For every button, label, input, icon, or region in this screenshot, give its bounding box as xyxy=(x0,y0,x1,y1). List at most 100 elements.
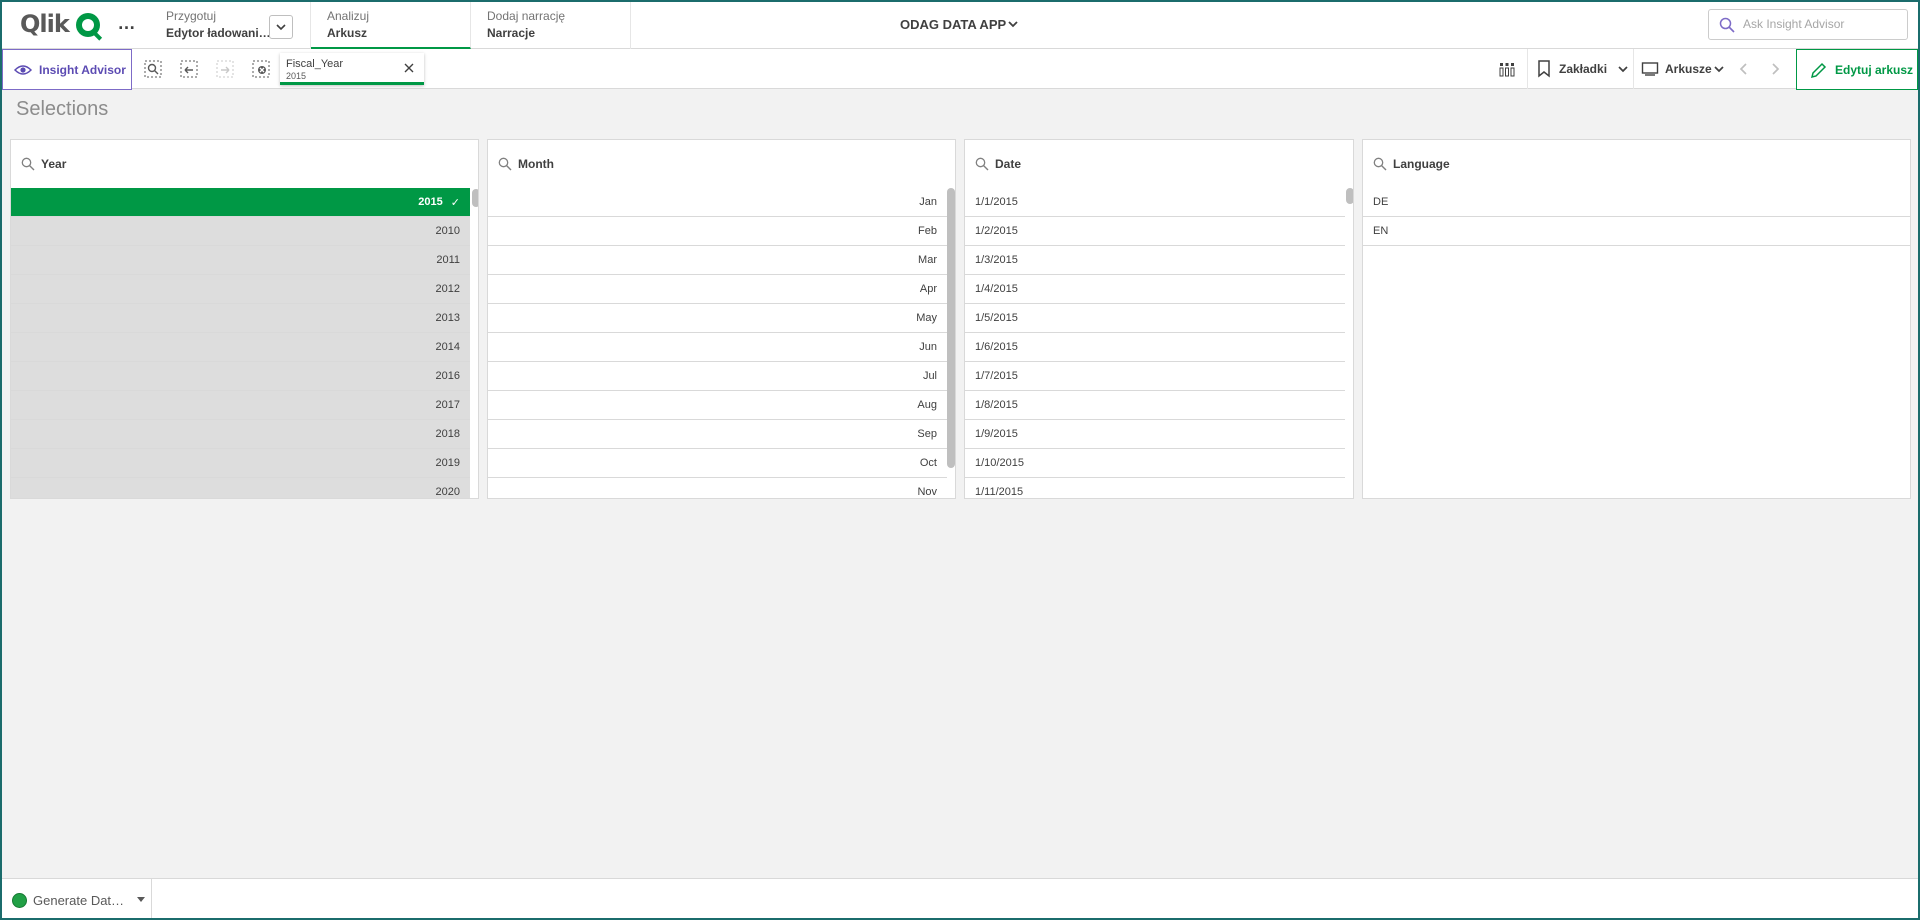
listbox-rows: 1/1/2015 1/2/2015 1/3/2015 1/4/2015 1/5/2015… xyxy=(965,188,1345,498)
list-item-value: Jun xyxy=(919,341,937,353)
list-item-value: 2010 xyxy=(435,225,460,237)
search-icon xyxy=(1373,157,1387,171)
list-item-value: EN xyxy=(1373,225,1389,237)
list-item[interactable]: Jun xyxy=(488,333,947,362)
list-item-value: 2016 xyxy=(435,370,460,382)
list-item-value: 1/8/2015 xyxy=(975,399,1018,411)
grid-view-icon[interactable] xyxy=(1497,59,1517,79)
list-item-value: 2012 xyxy=(435,283,460,295)
list-item[interactable]: 2017 xyxy=(11,391,470,420)
logo-q-mark xyxy=(76,13,100,37)
step-forward-icon xyxy=(216,60,234,78)
list-item-value: 2019 xyxy=(435,457,460,469)
list-item[interactable]: Feb xyxy=(488,217,947,246)
tab-analyze[interactable]: Analizuj Arkusz xyxy=(311,0,471,49)
list-item[interactable]: May xyxy=(488,304,947,333)
list-item[interactable]: 1/4/2015 xyxy=(965,275,1345,304)
sheets-icon xyxy=(1641,62,1659,76)
search-icon xyxy=(21,157,35,171)
tab-narrate[interactable]: Dodaj narrację Narracje xyxy=(471,0,631,49)
list-item[interactable]: 1/3/2015 xyxy=(965,246,1345,275)
chip-field-value: 2015 xyxy=(286,71,307,81)
list-item[interactable]: 1/1/2015 xyxy=(965,188,1345,217)
list-item-value: Oct xyxy=(919,457,937,469)
list-item[interactable]: 2013 xyxy=(11,304,470,333)
tab-narrate-current: Narracje xyxy=(487,26,536,40)
list-item[interactable]: Sep xyxy=(488,420,947,449)
list-item[interactable]: Jul xyxy=(488,362,947,391)
listbox-title: Language xyxy=(1393,157,1450,171)
chip-field-name: Fiscal_Year xyxy=(286,58,344,70)
list-item[interactable]: 2012 xyxy=(11,275,470,304)
list-item[interactable]: Jan xyxy=(488,188,947,217)
list-item[interactable]: Mar xyxy=(488,246,947,275)
sheets-label: Arkusze xyxy=(1665,62,1712,76)
list-item-value: 1/6/2015 xyxy=(975,341,1018,353)
sheet-toolbar: Insight Advisor Fiscal_Year 2015 Zakładk… xyxy=(0,49,1920,90)
scrollbar-thumb[interactable] xyxy=(947,188,955,468)
insight-search-box[interactable] xyxy=(1708,9,1908,40)
top-navigation-bar: Qlik … Przygotuj Edytor ładowani… Analiz… xyxy=(0,0,1920,49)
list-item[interactable]: 1/9/2015 xyxy=(965,420,1345,449)
listbox-year: Year 2015 ✓ 2010 2011 2012 2013 2014 2016 2017 20… xyxy=(10,139,479,499)
list-item[interactable]: 2019 xyxy=(11,449,470,478)
list-item[interactable]: 2020 xyxy=(11,478,470,498)
tab-analyze-label: Analizuj xyxy=(327,9,370,23)
list-item[interactable]: 2010 xyxy=(11,217,470,246)
insight-advisor-button[interactable]: Insight Advisor xyxy=(2,49,132,90)
list-item-value: Jul xyxy=(922,370,937,382)
sheets-button[interactable]: Arkusze xyxy=(1633,49,1729,89)
list-item[interactable]: 2014 xyxy=(11,333,470,362)
listbox-language: Language DE EN xyxy=(1362,139,1911,499)
list-item[interactable]: 2011 xyxy=(11,246,470,275)
listbox-title: Year xyxy=(41,157,67,171)
list-item[interactable]: 1/8/2015 xyxy=(965,391,1345,420)
smart-search-icon[interactable] xyxy=(143,59,163,79)
next-sheet-icon[interactable] xyxy=(1768,62,1782,76)
list-item[interactable]: Apr xyxy=(488,275,947,304)
list-item[interactable]: 1/6/2015 xyxy=(965,333,1345,362)
edit-sheet-button[interactable]: Edytuj arkusz xyxy=(1796,49,1918,90)
odag-generate-button[interactable]: Generate Dat… xyxy=(2,879,152,919)
list-item-value: 1/4/2015 xyxy=(975,283,1018,295)
list-item[interactable]: 1/10/2015 xyxy=(965,449,1345,478)
listbox-date: Date 1/1/2015 1/2/2015 1/3/2015 1/4/2015 1/5… xyxy=(964,139,1354,499)
list-item[interactable]: 2018 xyxy=(11,420,470,449)
caret-down-icon[interactable] xyxy=(136,896,146,904)
list-item[interactable]: 1/7/2015 xyxy=(965,362,1345,391)
search-icon xyxy=(498,157,512,171)
bookmarks-label: Zakładki xyxy=(1559,62,1608,76)
bookmarks-button[interactable]: Zakładki xyxy=(1527,49,1633,89)
list-item[interactable]: EN xyxy=(1363,217,1910,246)
listbox-title: Month xyxy=(518,157,554,171)
scrollbar-thumb[interactable] xyxy=(1346,188,1353,204)
app-title[interactable]: ODAG DATA APP xyxy=(900,17,1006,32)
list-item[interactable]: Aug xyxy=(488,391,947,420)
list-item[interactable]: 2016 xyxy=(11,362,470,391)
qlik-logo[interactable]: Qlik xyxy=(18,10,108,40)
list-item-selected[interactable]: 2015 ✓ xyxy=(11,188,470,217)
close-icon[interactable] xyxy=(402,61,416,75)
list-item[interactable]: 1/5/2015 xyxy=(965,304,1345,333)
edit-sheet-label: Edytuj arkusz xyxy=(1835,63,1914,77)
step-back-icon[interactable] xyxy=(179,59,199,79)
selection-chip-fiscal-year[interactable]: Fiscal_Year 2015 xyxy=(280,53,424,85)
list-item-value: 1/1/2015 xyxy=(975,196,1018,208)
clear-selections-icon[interactable] xyxy=(251,59,271,79)
list-item[interactable]: DE xyxy=(1363,188,1910,217)
chevron-down-icon[interactable] xyxy=(1005,16,1021,32)
list-item[interactable]: 1/11/2015 xyxy=(965,478,1345,498)
list-item[interactable]: Oct xyxy=(488,449,947,478)
previous-sheet-icon[interactable] xyxy=(1737,62,1751,76)
listbox-month: Month Jan Feb Mar Apr May Jun Jul Aug Sep Oct Nov xyxy=(487,139,956,499)
scrollbar-thumb[interactable] xyxy=(472,189,478,207)
insight-search-input[interactable] xyxy=(1743,17,1893,31)
list-item-value: 2018 xyxy=(435,428,460,440)
more-menu-button[interactable]: … xyxy=(116,14,138,36)
list-item[interactable]: Nov xyxy=(488,478,947,498)
odag-generate-label: Generate Dat… xyxy=(33,893,125,908)
prepare-dropdown-button[interactable] xyxy=(269,15,293,39)
list-item[interactable]: 1/2/2015 xyxy=(965,217,1345,246)
list-item-value: Feb xyxy=(918,225,937,237)
list-item-value: DE xyxy=(1373,196,1389,208)
